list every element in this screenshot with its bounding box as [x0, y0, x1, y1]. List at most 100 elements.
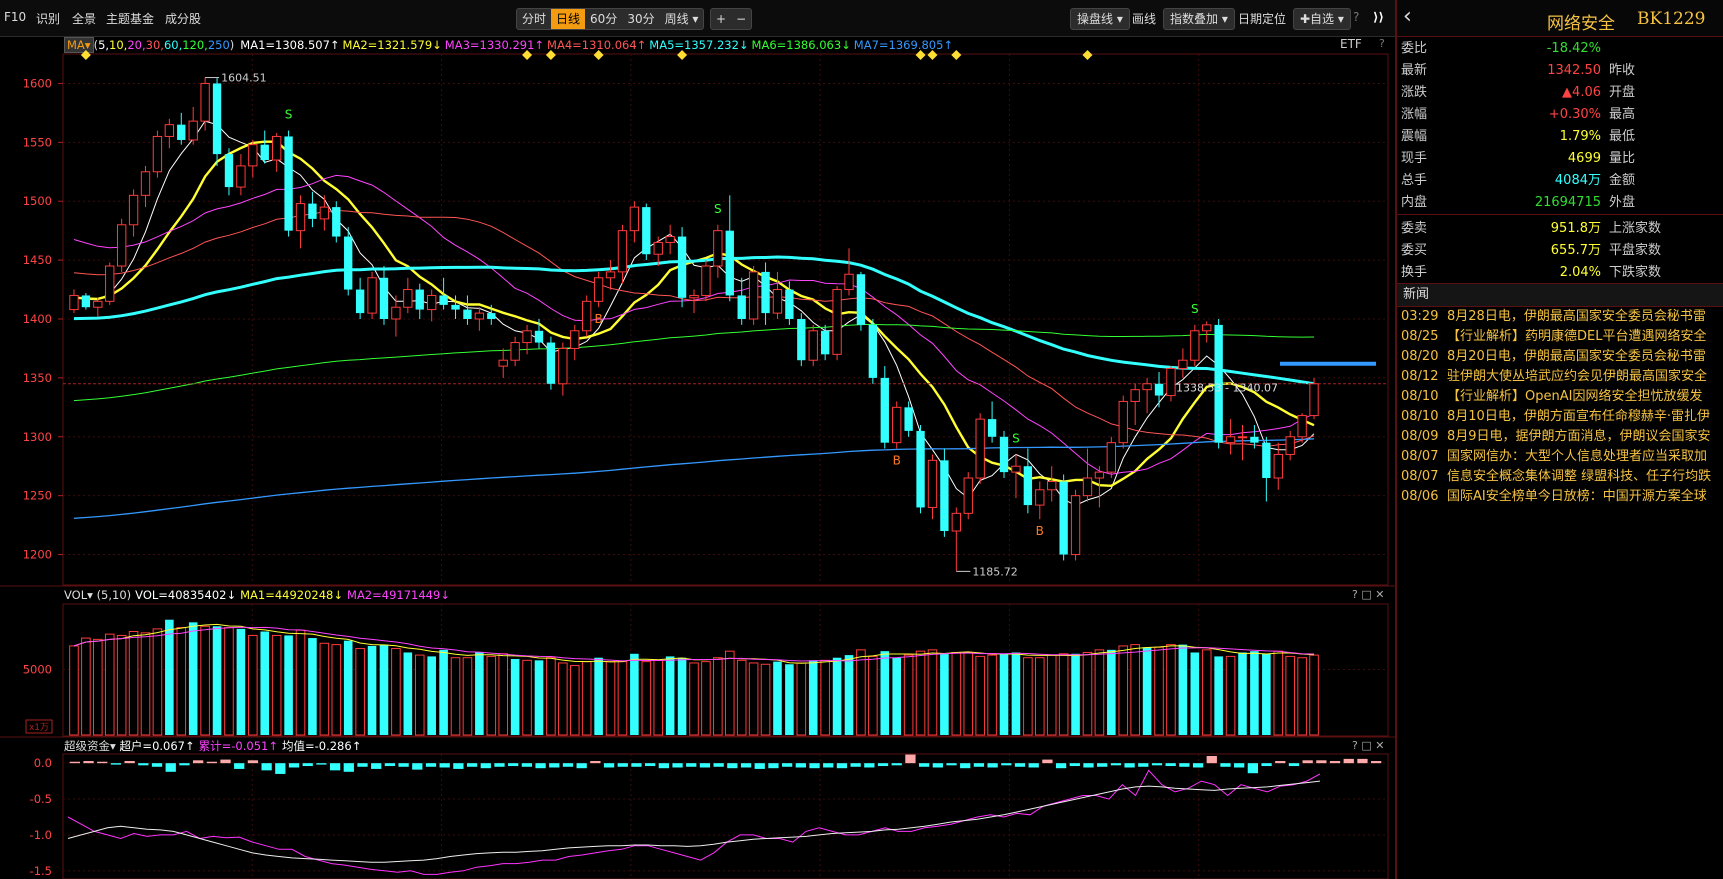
- vol-bar-up: [915, 650, 926, 736]
- candle-body-up: [689, 294, 699, 299]
- candle-body-down: [999, 436, 1009, 473]
- news-item[interactable]: 08/06 国际AI安全榜单今日放榜：中国开源方案全球: [1397, 487, 1723, 507]
- vol-bar-down: [808, 660, 818, 735]
- candle: [975, 413, 985, 484]
- news-item[interactable]: 08/10 8月10日电，伊朗方面宣布任命穆赫辛·雷扎伊: [1397, 407, 1723, 427]
- fund-bar-negative: [836, 763, 848, 769]
- candle-body-up: [116, 224, 127, 267]
- candle-body-up: [665, 236, 675, 243]
- quote-label-right: 最高: [1609, 107, 1636, 122]
- fund-selector[interactable]: 超级资金: [64, 739, 110, 753]
- vol-bar-up: [486, 655, 497, 736]
- vol-params: (5,10): [96, 588, 132, 602]
- candle-body-up: [474, 312, 485, 320]
- vol-selector[interactable]: VOL: [64, 588, 87, 602]
- vol-bar-up: [856, 649, 866, 736]
- candle-body-up: [367, 277, 377, 314]
- candle: [93, 297, 103, 317]
- candle-body-up: [391, 306, 401, 320]
- quote-row: 委比 -18.42%: [1397, 38, 1723, 60]
- fund-bar-positive: [1371, 761, 1382, 764]
- fund-bar-negative: [316, 763, 327, 765]
- quote-label: 涨幅: [1401, 107, 1428, 122]
- fund-bar-negative: [877, 763, 889, 767]
- quote-row: 内盘 21694715 外盘: [1397, 192, 1723, 214]
- candle-body-down: [546, 342, 556, 384]
- candle: [558, 342, 568, 396]
- candle: [177, 112, 186, 145]
- vol-bar-up: [903, 654, 914, 736]
- candle: [582, 295, 592, 337]
- fund-bar-negative: [672, 763, 683, 768]
- vol-bar-up: [450, 657, 461, 736]
- fund-bar-negative: [932, 763, 943, 768]
- vol-ma2: MA2=49171449↓: [347, 588, 450, 602]
- candle: [701, 260, 711, 302]
- vol-bar-up: [93, 638, 103, 736]
- vol-bar-down: [367, 645, 377, 735]
- fund-bar-positive: [1206, 756, 1217, 764]
- vol-bar-up: [641, 661, 652, 736]
- fund-bar-negative: [234, 763, 245, 769]
- candle-body-up: [1178, 359, 1188, 369]
- news-item[interactable]: 03:29 8月28日电，伊朗最高国家安全委员会秘书雷: [1397, 307, 1723, 327]
- fund-bar-negative: [823, 763, 834, 768]
- candle-body-down: [332, 207, 341, 237]
- fund-bar-negative: [617, 763, 628, 767]
- candle: [367, 271, 377, 319]
- back-icon[interactable]: ‹: [1403, 4, 1412, 29]
- candle-body-up: [1297, 415, 1307, 438]
- fund-bar-positive: [69, 761, 80, 764]
- vol-bar-up: [271, 634, 282, 736]
- vol-panel-controls[interactable]: ? □ ✕: [1352, 588, 1384, 601]
- candle-body-up: [69, 294, 79, 311]
- quote-label-right: 下跌家数: [1609, 265, 1662, 280]
- news-item[interactable]: 08/09 8月9日电，据伊朗方面消息，伊朗议会国家安: [1397, 427, 1723, 447]
- quote-value: 4699: [1567, 151, 1601, 166]
- vol-bar-down: [665, 656, 675, 735]
- candle-body-down: [344, 236, 353, 290]
- candle-body-down: [487, 313, 496, 319]
- news-item[interactable]: 08/25 【行业解析】药明康德DEL平台遭遇网络安全: [1397, 327, 1723, 347]
- quote-label-right: 开盘: [1609, 85, 1636, 100]
- fund-panel-controls[interactable]: ? □ ✕: [1352, 739, 1384, 752]
- fund-bar-negative: [850, 763, 861, 767]
- vol-bar-up: [701, 661, 711, 736]
- candle: [940, 448, 949, 537]
- news-item[interactable]: 08/07 信息安全概念集体调整 绿盟科技、任子行均跌: [1397, 467, 1723, 487]
- candle: [260, 130, 269, 164]
- candle-body-up: [248, 144, 258, 167]
- vol-bar-down: [475, 652, 484, 735]
- vol-bar-up: [69, 645, 79, 736]
- fund-bar-positive: [1357, 758, 1368, 764]
- candle-body-up: [927, 459, 938, 508]
- news-item[interactable]: 08/07 国家网信办：大型个人信息处理者应当采取加: [1397, 447, 1723, 467]
- fund-bar-negative: [439, 763, 450, 768]
- fund-bar-negative: [480, 763, 491, 769]
- news-item[interactable]: 08/10 【行业解析】OpenAI因网络安全担忧放缓发: [1397, 387, 1723, 407]
- quote-label-right: 昨收: [1609, 63, 1636, 78]
- candle-body-down: [916, 430, 925, 508]
- candle: [797, 313, 806, 367]
- vol-bar-down: [1107, 649, 1116, 735]
- candle-body-up: [570, 330, 580, 349]
- event-diamond-marker: [915, 50, 926, 60]
- candle-body-up: [93, 300, 103, 308]
- candle: [463, 295, 472, 325]
- vol-bar-down: [892, 657, 901, 735]
- vol-bar-up: [951, 651, 962, 736]
- news-item[interactable]: 08/20 8月20日电，伊朗最高国家安全委员会秘书雷: [1397, 347, 1723, 367]
- candle-body-up: [522, 330, 532, 344]
- panel-header: ‹ 网络安全 BK1229: [1397, 0, 1723, 37]
- fund-bar-negative: [768, 763, 779, 769]
- vol-bar-down: [940, 653, 949, 735]
- vol-bar-down: [832, 657, 842, 735]
- fund-bar-positive: [1042, 759, 1053, 764]
- quote-label: 委卖: [1401, 221, 1428, 236]
- news-item[interactable]: 08/12 驻伊朗大使丛培武应约会见伊朗最高国家安全: [1397, 367, 1723, 387]
- candle-body-up: [558, 347, 568, 385]
- candle: [868, 319, 878, 384]
- candle-body-up: [701, 265, 711, 296]
- candle-body-up: [1190, 330, 1200, 361]
- fund-bar-positive: [1316, 760, 1327, 764]
